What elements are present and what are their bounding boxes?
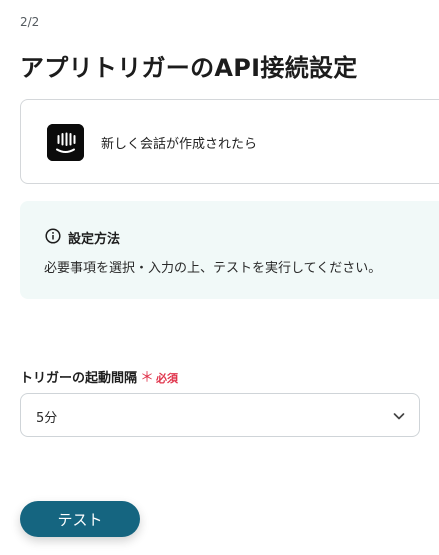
trigger-interval-label: トリガーの起動間隔: [20, 371, 138, 386]
intercom-logo-icon: [47, 124, 84, 161]
required-asterisk: ＊: [140, 370, 155, 386]
setup-guide-box: 設定方法 必要事項を選択・入力の上、テストを実行してください。: [20, 201, 439, 299]
chevron-down-icon: [391, 408, 407, 424]
setup-guide-text: 必要事項を選択・入力の上、テストを実行してください。: [44, 261, 382, 276]
test-button[interactable]: テスト: [20, 501, 140, 537]
trigger-interval-label-row: トリガーの起動間隔＊必須: [20, 367, 178, 387]
step-indicator: 2/2: [20, 15, 40, 29]
trigger-name: 新しく会話が作成されたら: [101, 137, 258, 152]
app-trigger-card: 新しく会話が作成されたら: [20, 99, 439, 184]
required-badge: 必須: [156, 372, 179, 385]
trigger-interval-select[interactable]: 5分: [20, 393, 420, 437]
info-circle-icon: [45, 228, 61, 244]
trigger-interval-value: 5分: [36, 411, 58, 426]
page-title: アプリトリガーのAPI接続設定: [20, 54, 358, 82]
setup-guide-title: 設定方法: [68, 232, 121, 247]
